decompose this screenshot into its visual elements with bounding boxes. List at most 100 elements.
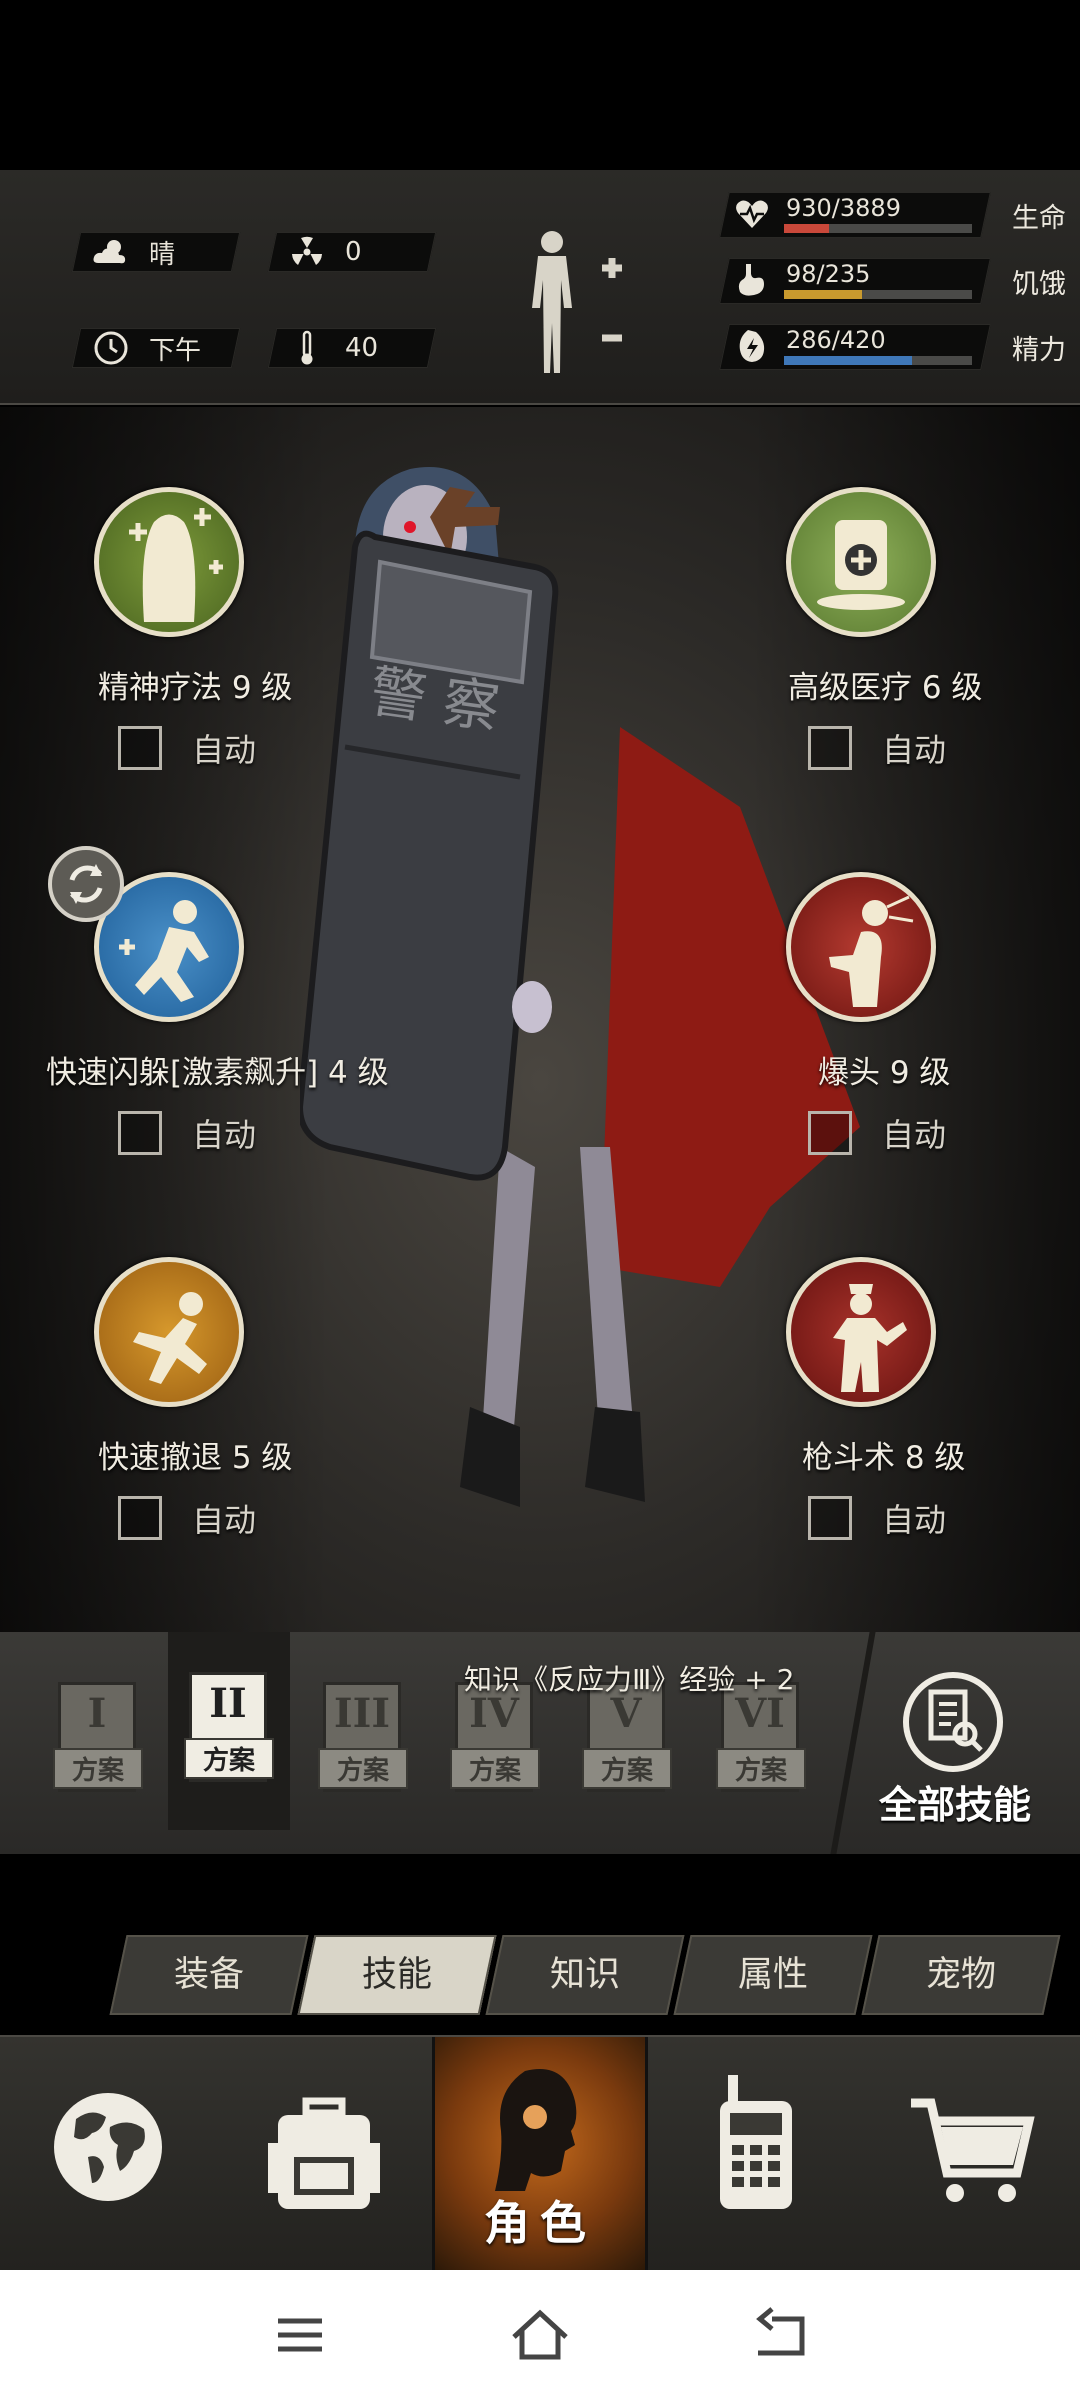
plan-label: 方案 bbox=[53, 1748, 143, 1789]
temperature-chip: 40 bbox=[267, 328, 437, 368]
weather-value: 晴 bbox=[149, 239, 176, 270]
backpack-icon bbox=[268, 2097, 380, 2209]
energy-label: 精力 bbox=[1012, 335, 1066, 366]
auto-toggle[interactable]: 自动 bbox=[118, 1110, 256, 1156]
weather-chip: 晴 bbox=[71, 232, 241, 272]
swap-icon[interactable] bbox=[48, 846, 124, 922]
plan-numeral: I bbox=[87, 1690, 107, 1737]
health-value: 930/3889 bbox=[786, 194, 901, 222]
health-label: 生命 bbox=[1012, 203, 1066, 234]
medkit-icon[interactable] bbox=[786, 487, 936, 637]
hunger-bar bbox=[784, 290, 972, 299]
auto-label: 自动 bbox=[192, 1501, 257, 1539]
plan-button-6[interactable]: VI 方案 bbox=[716, 1682, 806, 1802]
body-status-figure[interactable] bbox=[522, 228, 622, 378]
back-icon[interactable] bbox=[750, 2305, 810, 2365]
hunger-vital: 98/235 饥饿 bbox=[719, 256, 1074, 306]
auto-label: 自动 bbox=[882, 1501, 947, 1539]
tab-skills[interactable]: 技能 bbox=[297, 1935, 497, 2015]
auto-checkbox[interactable] bbox=[808, 1111, 852, 1155]
all-skills-button[interactable]: 全部技能 bbox=[870, 1672, 1080, 1832]
time-chip: 下午 bbox=[71, 328, 241, 368]
plan-button-5[interactable]: V 方案 bbox=[582, 1682, 672, 1802]
psychotherapy-icon[interactable] bbox=[94, 487, 244, 637]
headshot-icon[interactable] bbox=[786, 872, 936, 1022]
auto-toggle[interactable]: 自动 bbox=[808, 725, 946, 771]
character-icon bbox=[495, 2069, 577, 2191]
all-skills-label: 全部技能 bbox=[878, 1783, 1031, 1827]
energy-bar bbox=[784, 356, 972, 365]
plan-numeral: III bbox=[333, 1690, 391, 1737]
globe-icon bbox=[54, 2093, 162, 2201]
home-icon[interactable] bbox=[510, 2305, 570, 2365]
health-vital: 930/3889 生命 bbox=[719, 190, 1074, 240]
plan-label: 方案 bbox=[716, 1748, 806, 1789]
hunger-value: 98/235 bbox=[786, 260, 871, 288]
auto-toggle[interactable]: 自动 bbox=[118, 725, 256, 771]
temperature-value: 40 bbox=[345, 333, 379, 363]
plan-label: 方案 bbox=[582, 1748, 672, 1789]
tab-attributes[interactable]: 属性 bbox=[673, 1935, 873, 2015]
cart-icon bbox=[911, 2098, 1035, 2202]
plan-numeral: II bbox=[209, 1680, 247, 1727]
radio-icon bbox=[720, 2075, 792, 2209]
category-tabs: 装备 技能 知识 属性 宠物 bbox=[0, 1935, 1080, 2015]
gunfight-icon[interactable] bbox=[786, 1257, 936, 1407]
auto-checkbox[interactable] bbox=[118, 1496, 162, 1540]
tab-equipment[interactable]: 装备 bbox=[109, 1935, 309, 2015]
auto-checkbox[interactable] bbox=[808, 1496, 852, 1540]
skill-name: 枪斗术 8 级 bbox=[802, 1440, 966, 1476]
plan-label: 方案 bbox=[184, 1738, 274, 1779]
stomach-icon bbox=[738, 264, 764, 296]
health-bar bbox=[784, 224, 972, 233]
energy-vital: 286/420 精力 bbox=[719, 322, 1074, 372]
tab-label: 属性 bbox=[737, 1955, 808, 1995]
plan-label: 方案 bbox=[318, 1748, 408, 1789]
bottom-navigation: 角色 bbox=[0, 2035, 1080, 2272]
nav-world-map[interactable] bbox=[0, 2037, 216, 2272]
auto-toggle[interactable]: 自动 bbox=[808, 1495, 946, 1541]
tab-label: 装备 bbox=[173, 1955, 244, 1995]
tab-label: 知识 bbox=[549, 1955, 620, 1995]
nav-shop[interactable] bbox=[864, 2037, 1080, 2272]
auto-toggle[interactable]: 自动 bbox=[118, 1495, 256, 1541]
plan-label: 方案 bbox=[450, 1748, 540, 1789]
character-scene: 警 察 精神疗法 9 级 自动 高级医疗 6 级 自动 快速闪躲[激素飙升] 4… bbox=[0, 407, 1080, 1632]
radiation-value: 0 bbox=[345, 237, 362, 267]
energy-icon bbox=[739, 330, 765, 362]
health-fill bbox=[784, 224, 829, 233]
nav-radio[interactable] bbox=[648, 2037, 864, 2272]
tab-pets[interactable]: 宠物 bbox=[861, 1935, 1061, 2015]
menu-icon[interactable] bbox=[270, 2305, 330, 2365]
plan-button-3[interactable]: III 方案 bbox=[318, 1682, 408, 1802]
auto-checkbox[interactable] bbox=[118, 1111, 162, 1155]
retreat-icon[interactable] bbox=[94, 1257, 244, 1407]
auto-checkbox[interactable] bbox=[118, 726, 162, 770]
cloud-sun-icon bbox=[91, 232, 131, 272]
auto-label: 自动 bbox=[882, 1116, 947, 1154]
status-panel: 晴 0 下午 40 930/3889 生命 98/235 饥饿 286/420 … bbox=[0, 170, 1080, 405]
app-root: 晴 0 下午 40 930/3889 生命 98/235 饥饿 286/420 … bbox=[0, 0, 1080, 2400]
auto-toggle[interactable]: 自动 bbox=[808, 1110, 946, 1156]
tab-knowledge[interactable]: 知识 bbox=[485, 1935, 685, 2015]
tab-label: 技能 bbox=[361, 1955, 432, 1995]
hunger-fill bbox=[784, 290, 863, 299]
skill-name: 快速闪躲[激素飙升] 4 级 bbox=[46, 1055, 389, 1091]
system-navigation-bar bbox=[0, 2270, 1080, 2400]
clock-icon bbox=[91, 328, 131, 368]
plan-button-2[interactable]: II 方案 bbox=[184, 1672, 274, 1792]
skill-name: 爆头 9 级 bbox=[818, 1055, 951, 1091]
nav-character-label: 角色 bbox=[484, 2196, 596, 2250]
energy-value: 286/420 bbox=[786, 326, 886, 354]
plan-button-4[interactable]: IV 方案 bbox=[450, 1682, 540, 1802]
skill-plan-bar: I 方案 II 方案 III 方案 IV 方案 V 方案 VI 方案 知识《反应力Ⅲ》经验 … bbox=[0, 1632, 1080, 1854]
hunger-label: 饥饿 bbox=[1012, 269, 1066, 300]
auto-checkbox[interactable] bbox=[808, 726, 852, 770]
auto-label: 自动 bbox=[192, 731, 257, 769]
nav-character[interactable]: 角色 bbox=[432, 2037, 648, 2272]
skill-name: 高级医疗 6 级 bbox=[788, 670, 983, 706]
plan-button-1[interactable]: I 方案 bbox=[53, 1682, 143, 1802]
radiation-icon bbox=[287, 232, 327, 272]
radiation-chip: 0 bbox=[267, 232, 437, 272]
nav-inventory[interactable] bbox=[216, 2037, 432, 2272]
